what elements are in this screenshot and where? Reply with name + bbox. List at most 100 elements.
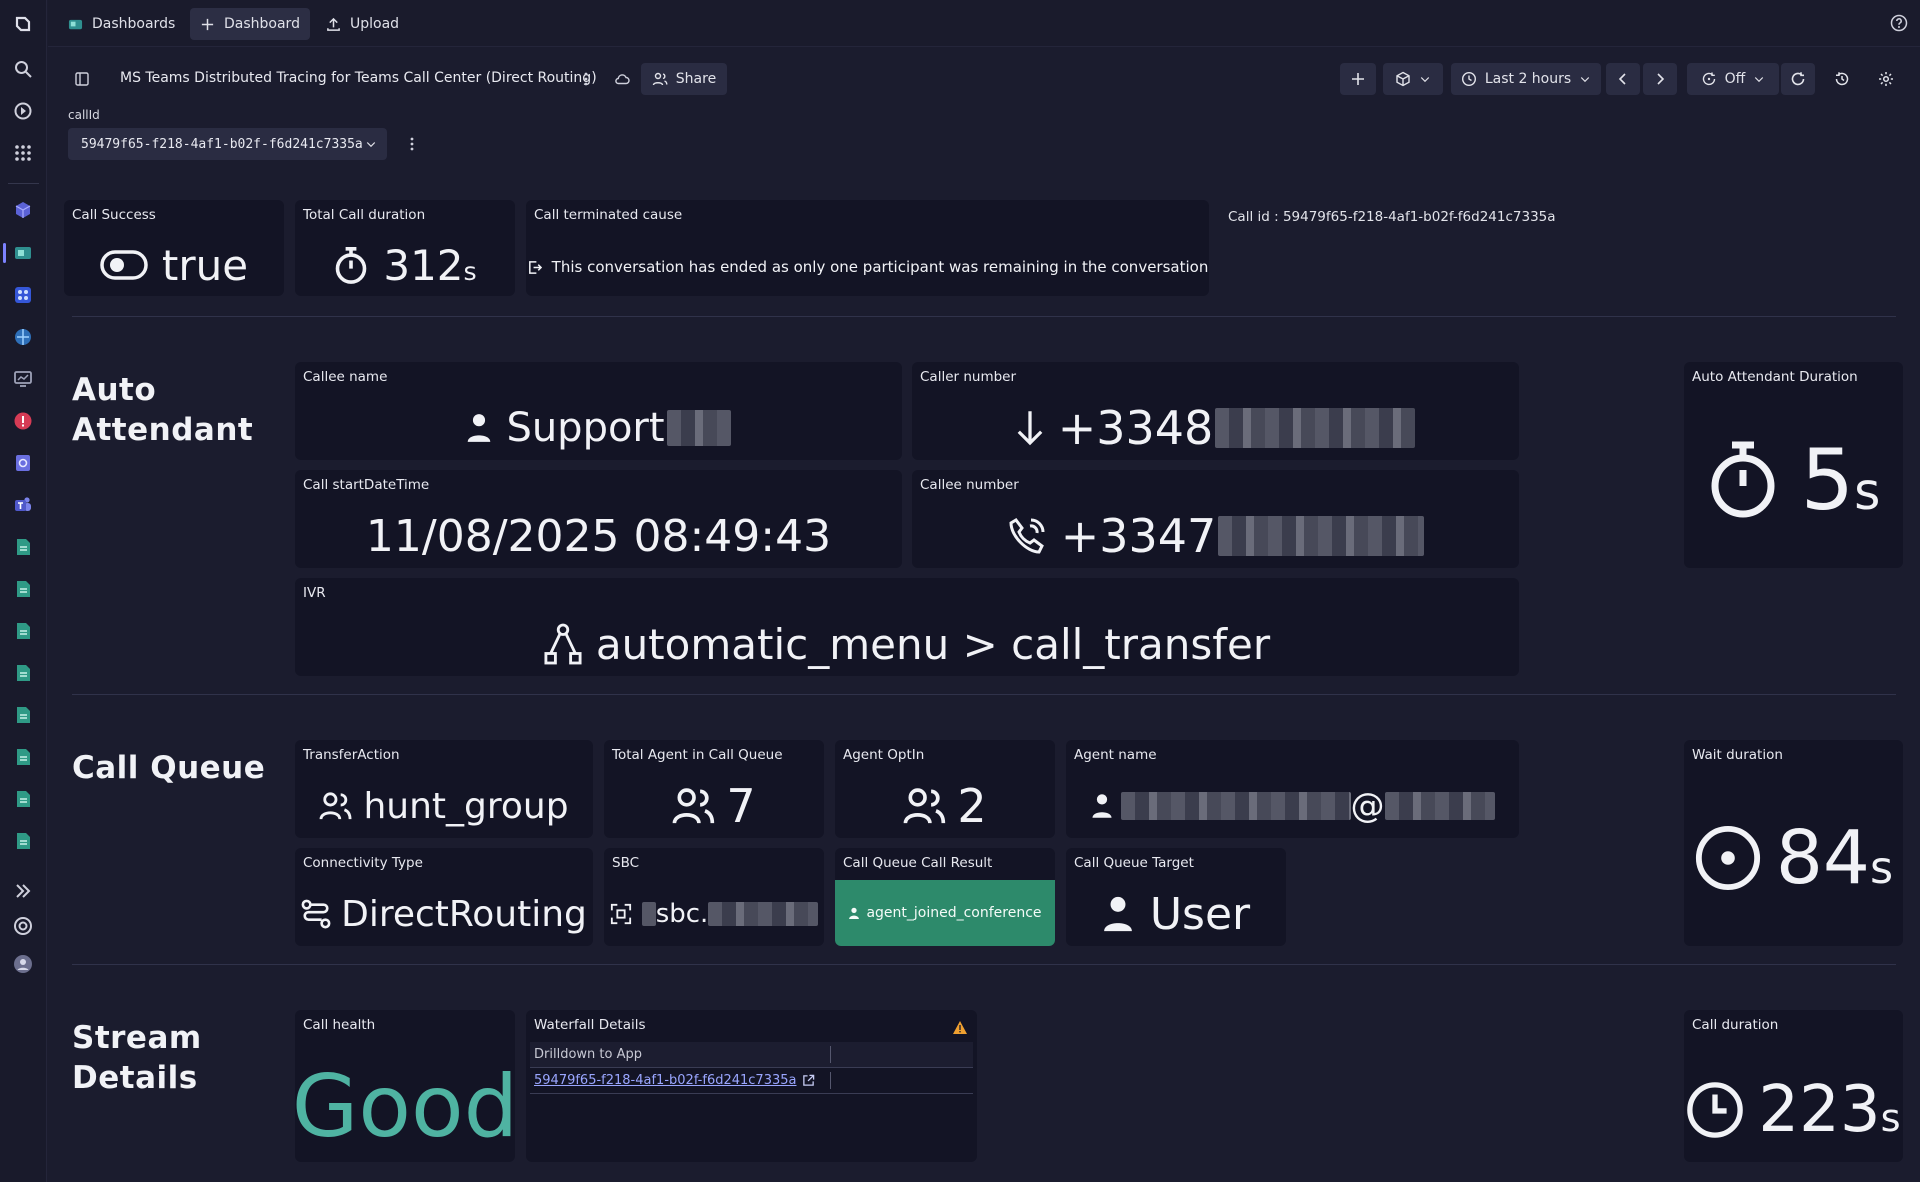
- search-icon[interactable]: [11, 57, 35, 81]
- call-start-datetime-tile[interactable]: Call startDateTime 11/08/2025 08:49:43: [295, 470, 902, 568]
- transfer-action-tile[interactable]: TransferAction hunt_group: [295, 740, 593, 838]
- left-nav-rail: [0, 0, 47, 1182]
- aa-duration-value: 5: [1800, 431, 1855, 529]
- agent-name-value-row: @: [1066, 780, 1519, 832]
- segments-button[interactable]: [1383, 63, 1443, 95]
- document-app-icon-6[interactable]: [11, 745, 35, 769]
- sbc-tile[interactable]: SBC sbc.: [604, 848, 824, 946]
- document-app-icon-8[interactable]: [11, 829, 35, 853]
- new-dashboard-label: Dashboard: [224, 16, 300, 32]
- callee-name-tile[interactable]: Callee name Support: [295, 362, 902, 460]
- caller-number-tile[interactable]: Caller number +3348: [912, 362, 1519, 460]
- callid-variable-select[interactable]: 59479f65-f218-4af1-b02f-f6d241c7335a: [68, 128, 387, 160]
- auto-attendant-duration-tile[interactable]: Auto Attendant Duration 5s: [1684, 362, 1903, 568]
- settings-button[interactable]: [1869, 63, 1903, 95]
- tile-title: Call startDateTime: [303, 477, 430, 493]
- section-divider: [72, 316, 1896, 317]
- dynatrace-logo-icon[interactable]: [11, 12, 35, 36]
- help-icon[interactable]: [1890, 14, 1908, 32]
- upload-label: Upload: [350, 16, 400, 32]
- column-resize-handle[interactable]: [830, 1046, 831, 1063]
- connectivity-type-tile[interactable]: Connectivity Type DirectRouting: [295, 848, 593, 946]
- infrastructure-app-icon[interactable]: [11, 325, 35, 349]
- monitor-app-icon[interactable]: [11, 367, 35, 391]
- wait-duration-value: 84: [1775, 815, 1871, 901]
- teams-app-icon[interactable]: [11, 493, 35, 517]
- user-avatar-icon[interactable]: [11, 952, 35, 976]
- document-app-icon-7[interactable]: [11, 787, 35, 811]
- callee-name-value: Support: [506, 405, 665, 451]
- add-tile-button[interactable]: [1340, 63, 1376, 95]
- call-success-tile[interactable]: Call Success true: [64, 200, 284, 296]
- callid-variable-value: 59479f65-f218-4af1-b02f-f6d241c7335a: [81, 136, 363, 152]
- waterfall-details-tile[interactable]: Waterfall Details Drilldown to App 59479…: [526, 1010, 977, 1162]
- call-queue-result-tile[interactable]: Call Queue Call Result agent_joined_conf…: [835, 848, 1055, 946]
- apps-grid-icon[interactable]: [11, 141, 35, 165]
- ivr-tile[interactable]: IVR automatic_menu > call_transfer: [295, 578, 1519, 676]
- problems-app-icon[interactable]: [11, 409, 35, 433]
- users-icon: [652, 72, 668, 86]
- upload-button[interactable]: Upload: [316, 8, 409, 40]
- refresh-button[interactable]: [1781, 63, 1815, 95]
- dashboards-app-icon[interactable]: [11, 241, 35, 265]
- clock-icon: [1461, 71, 1476, 87]
- launcher-icon[interactable]: [11, 99, 35, 123]
- callee-number-tile[interactable]: Callee number +3347: [912, 470, 1519, 568]
- cube-app-icon[interactable]: [11, 198, 35, 222]
- more-options-icon[interactable]: [576, 63, 596, 95]
- new-dashboard-button[interactable]: Dashboard: [190, 8, 310, 40]
- document-app-icon-3[interactable]: [11, 619, 35, 643]
- total-call-duration-tile[interactable]: Total Call duration 312s: [295, 200, 515, 296]
- cloud-saved-icon[interactable]: [610, 63, 634, 95]
- expand-rail-icon[interactable]: [11, 879, 35, 903]
- call-duration-tile[interactable]: Call duration 223s: [1684, 1010, 1903, 1162]
- timeframe-forward-button[interactable]: [1643, 63, 1677, 95]
- waterfall-link[interactable]: 59479f65-f218-4af1-b02f-f6d241c7335a: [534, 1073, 815, 1088]
- warning-icon[interactable]: [953, 1019, 967, 1034]
- upload-icon: [327, 17, 340, 31]
- section-divider: [72, 694, 1896, 695]
- call-queue-target-value: User: [1149, 888, 1251, 940]
- call-health-tile[interactable]: Call health Good: [295, 1010, 515, 1162]
- document-app-icon-4[interactable]: [11, 661, 35, 685]
- connectivity-value-row: DirectRouting: [295, 888, 593, 940]
- wait-duration-unit: s: [1870, 843, 1894, 894]
- share-button[interactable]: Share: [641, 63, 727, 95]
- callee-number-value-row: +3347: [912, 509, 1519, 563]
- dashboard-title[interactable]: MS Teams Distributed Tracing for Teams C…: [120, 70, 597, 86]
- user-icon: [468, 414, 491, 442]
- agent-name-tile[interactable]: Agent name @: [1066, 740, 1519, 838]
- timeframe-back-button[interactable]: [1606, 63, 1640, 95]
- call-queue-target-tile[interactable]: Call Queue Target User: [1066, 848, 1286, 946]
- redacted-text: [1218, 516, 1425, 556]
- chevron-down-icon: [366, 142, 376, 148]
- variable-options-icon[interactable]: [402, 128, 422, 160]
- target-circle-icon: [1695, 825, 1760, 891]
- variable-label: callId: [68, 108, 100, 122]
- call-terminated-cause-tile[interactable]: Call terminated cause This conversation …: [526, 200, 1209, 296]
- tile-title: Call Queue Call Result: [843, 855, 993, 871]
- document-app-icon-5[interactable]: [11, 703, 35, 727]
- version-history-button[interactable]: [1825, 63, 1859, 95]
- tile-title: Agent OptIn: [843, 747, 925, 763]
- chevron-right-icon: [1657, 73, 1665, 85]
- help-lifebuoy-icon[interactable]: [11, 914, 35, 938]
- document-app-icon-2[interactable]: [11, 577, 35, 601]
- tile-title: Callee name: [303, 369, 388, 385]
- dashboards-tab[interactable]: Dashboards: [58, 8, 185, 40]
- user-icon: [849, 907, 860, 919]
- ivr-value-row: automatic_menu > call_transfer: [295, 618, 1519, 670]
- total-agents-tile[interactable]: Total Agent in Call Queue 7: [604, 740, 824, 838]
- wait-duration-tile[interactable]: Wait duration 84s: [1684, 740, 1903, 946]
- chevron-down-icon: [1580, 77, 1590, 83]
- agent-optin-tile[interactable]: Agent OptIn 2: [835, 740, 1055, 838]
- toggle-sidebar-icon[interactable]: [70, 63, 94, 95]
- auto-refresh-selector[interactable]: Off: [1687, 63, 1779, 95]
- notebooks-app-icon[interactable]: [11, 283, 35, 307]
- redacted-text: [1384, 792, 1495, 820]
- timeframe-selector[interactable]: Last 2 hours: [1451, 63, 1601, 95]
- dashboards-label: Dashboards: [92, 16, 176, 32]
- document-app-icon-1[interactable]: [11, 535, 35, 559]
- logs-app-icon[interactable]: [11, 451, 35, 475]
- tile-title: IVR: [303, 585, 326, 601]
